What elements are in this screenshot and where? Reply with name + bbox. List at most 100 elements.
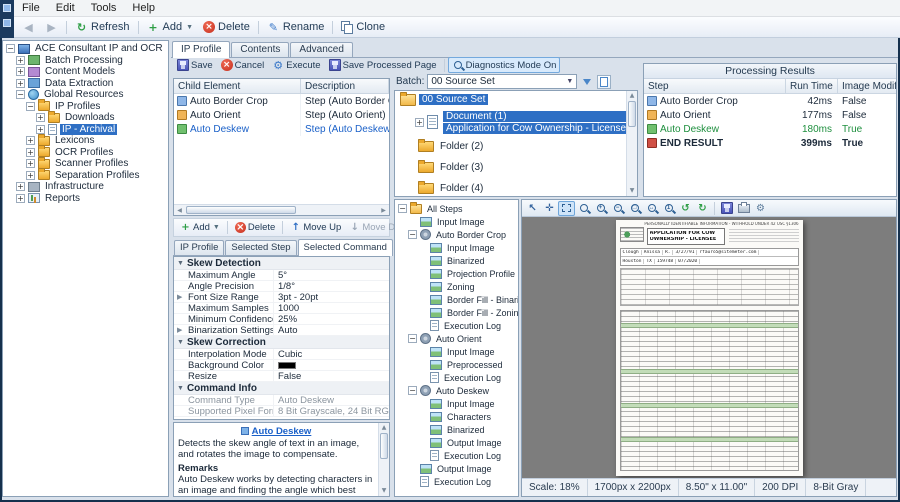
resource-tree-item-data-extraction[interactable]: +Data Extraction <box>3 78 168 90</box>
step-add-button[interactable]: +Add▼ <box>176 220 224 235</box>
viewer-settings-button[interactable]: ⚙ <box>752 201 769 216</box>
all-steps-item-binarized[interactable]: Binarized <box>395 423 518 436</box>
column-header-image-modified[interactable]: Image Modified <box>838 79 896 93</box>
batch-item-document-1[interactable]: +Document (1)Application for Cow Ownersh… <box>395 108 637 136</box>
property-category-command-info[interactable]: ▼Command Info <box>174 382 389 395</box>
property-row-binarization-settings[interactable]: ▶Binarization SettingsAuto <box>174 325 389 336</box>
child-element-row-auto-border-crop[interactable]: Auto Border CropStep (Auto Border Crop) <box>174 94 389 108</box>
horizontal-scrollbar[interactable]: ◀▶ <box>174 204 389 215</box>
scroll-right-button[interactable]: ▶ <box>378 207 389 214</box>
result-row-auto-deskew[interactable]: Auto Deskew180msTrue <box>644 122 896 136</box>
all-steps-item-input-image[interactable]: Input Image <box>395 215 518 228</box>
all-steps-item-projection-profile[interactable]: Projection Profile <box>395 267 518 280</box>
column-header-run-time[interactable]: Run Time <box>786 79 838 93</box>
all-steps-item-execution-log[interactable]: Execution Log <box>395 319 518 332</box>
result-row-auto-orient[interactable]: Auto Orient177msFalse <box>644 108 896 122</box>
batch-scrollbar[interactable]: ▲▼ <box>626 91 637 196</box>
column-header-description[interactable]: Description <box>301 79 389 93</box>
all-steps-item-execution-log[interactable]: Execution Log <box>395 371 518 384</box>
child-element-row-auto-deskew[interactable]: Auto DeskewStep (Auto Deskew) <box>174 122 389 136</box>
delete-button[interactable]: ×Delete <box>198 19 255 35</box>
scroll-down-button[interactable]: ▼ <box>382 486 387 496</box>
view-document-icon[interactable] <box>597 75 611 89</box>
rotate-right-button[interactable]: ↻ <box>694 201 711 216</box>
column-header-child-element[interactable]: Child Element <box>174 79 301 93</box>
nav-forward-button[interactable]: ▶ <box>40 19 63 36</box>
save-image-button[interactable] <box>718 201 735 216</box>
tree-expander[interactable]: + <box>16 182 25 191</box>
resource-tree-item-infrastructure[interactable]: +Infrastructure <box>3 181 168 193</box>
all-steps-item-input-image[interactable]: Input Image <box>395 345 518 358</box>
all-steps-item-input-image[interactable]: Input Image <box>395 397 518 410</box>
diagnostics-mode-button[interactable]: Diagnostics Mode On <box>448 57 561 73</box>
execute-button[interactable]: ⚙Execute <box>268 57 324 73</box>
actual-size-button[interactable]: 1 <box>660 201 677 216</box>
command-help-link[interactable]: Auto Deskew <box>252 426 312 437</box>
resource-tree-item-ip-archival[interactable]: +IP - Archival <box>3 124 168 136</box>
magnifier-tool-button[interactable] <box>575 201 592 216</box>
tree-expander[interactable]: + <box>16 56 25 65</box>
column-header-step[interactable]: Step <box>644 79 786 93</box>
batch-item-00-source-set[interactable]: 00 Source Set <box>395 91 637 108</box>
result-row-end-result[interactable]: END RESULT399msTrue <box>644 136 896 150</box>
resource-tree-item-scanner-profiles[interactable]: +Scanner Profiles <box>3 158 168 170</box>
fit-width-button[interactable]: ↔ <box>643 201 660 216</box>
property-row-angle-precision[interactable]: Angle Precision1/8° <box>174 281 389 292</box>
all-steps-item-execution-log[interactable]: Execution Log <box>395 475 518 488</box>
refresh-button[interactable]: ↻Refresh <box>70 19 135 36</box>
zoom-select-tool-button[interactable] <box>558 201 575 216</box>
move-up-button[interactable]: ↑Move Up <box>286 220 345 235</box>
tree-expander[interactable]: + <box>26 159 35 168</box>
property-row-font-size-range[interactable]: ▶Font Size Range3pt - 20pt <box>174 292 389 303</box>
viewer-canvas[interactable]: PERSONALLY IDENTIFIABLE INFORMATION - WI… <box>522 217 896 478</box>
scroll-up-button[interactable]: ▲ <box>630 91 635 101</box>
result-row-auto-border-crop[interactable]: Auto Border Crop42msFalse <box>644 94 896 108</box>
all-steps-item-output-image[interactable]: Output Image <box>395 436 518 449</box>
tree-expander[interactable]: + <box>16 79 25 88</box>
all-steps-item-input-image[interactable]: Input Image <box>395 241 518 254</box>
scroll-left-button[interactable]: ◀ <box>174 207 185 214</box>
tree-expander[interactable]: − <box>408 334 417 343</box>
tree-expander[interactable]: + <box>26 136 35 145</box>
child-element-row-auto-orient[interactable]: Auto OrientStep (Auto Orient) <box>174 108 389 122</box>
scrollbar-thumb[interactable] <box>380 433 388 459</box>
all-steps-item-binarized[interactable]: Binarized <box>395 254 518 267</box>
tab-selected-command[interactable]: Selected Command <box>298 239 393 256</box>
tab-contents[interactable]: Contents <box>231 42 289 57</box>
tab-selected-step[interactable]: Selected Step <box>225 240 296 255</box>
all-steps-item-output-image[interactable]: Output Image <box>395 462 518 475</box>
pointer-tool-button[interactable]: ↖ <box>524 201 541 216</box>
batch-item-folder-2[interactable]: Folder (2) <box>395 136 637 157</box>
nav-icon[interactable] <box>3 19 11 27</box>
tab-advanced[interactable]: Advanced <box>290 42 352 57</box>
all-steps-item-execution-log[interactable]: Execution Log <box>395 449 518 462</box>
resource-tree-item-batch-processing[interactable]: +Batch Processing <box>3 55 168 67</box>
batch-item-folder-3[interactable]: Folder (3) <box>395 157 637 178</box>
property-row-command-type[interactable]: Command TypeAuto Deskew <box>174 395 389 406</box>
all-steps-item-preprocessed[interactable]: Preprocessed <box>395 358 518 371</box>
property-row-background-color[interactable]: Background Color <box>174 360 389 371</box>
tree-expander[interactable]: + <box>36 113 45 122</box>
all-steps-item-zoning[interactable]: Zoning <box>395 280 518 293</box>
property-category-skew-detection[interactable]: ▼Skew Detection <box>174 257 389 270</box>
all-steps-item-all-steps[interactable]: −All Steps <box>395 202 518 215</box>
menu-file[interactable]: File <box>14 1 48 15</box>
scroll-up-button[interactable]: ▲ <box>382 423 387 433</box>
resource-tree-item-lexicons[interactable]: +Lexicons <box>3 135 168 147</box>
batch-combo[interactable]: 00 Source Set ▼ <box>427 74 577 89</box>
tab-ip-profile[interactable]: IP Profile <box>174 240 224 255</box>
property-row-maximum-samples[interactable]: Maximum Samples1000 <box>174 303 389 314</box>
tree-expander[interactable]: + <box>36 125 45 134</box>
menu-edit[interactable]: Edit <box>48 1 83 15</box>
all-steps-item-border-fill-binarized[interactable]: Border Fill - Binarized <box>395 293 518 306</box>
clone-button[interactable]: Clone <box>336 19 390 35</box>
tree-expander[interactable]: − <box>408 386 417 395</box>
menu-help[interactable]: Help <box>124 1 163 15</box>
tree-expander[interactable]: − <box>26 102 35 111</box>
save-button[interactable]: Save <box>173 57 217 73</box>
all-steps-item-auto-orient[interactable]: −Auto Orient <box>395 332 518 345</box>
rotate-left-button[interactable]: ↺ <box>677 201 694 216</box>
filter-icon[interactable] <box>580 75 594 89</box>
tree-expander[interactable]: + <box>16 67 25 76</box>
nav-back-button[interactable]: ◀ <box>17 19 40 36</box>
